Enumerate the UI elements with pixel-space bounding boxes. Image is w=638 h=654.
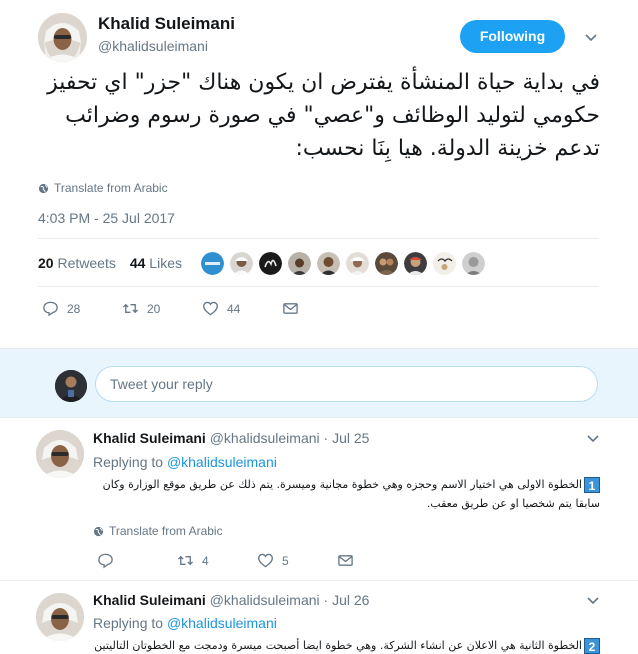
liker-avatar[interactable] bbox=[288, 252, 311, 275]
liker-avatar[interactable] bbox=[201, 252, 224, 275]
retweet-button[interactable]: 20 bbox=[122, 300, 202, 317]
divider bbox=[38, 238, 599, 239]
retweet-count: 4 bbox=[202, 553, 209, 568]
reply-tweet[interactable]: Khalid Suleimani @khalidsuleimani · Jul … bbox=[0, 581, 638, 654]
chevron-down-icon[interactable] bbox=[586, 593, 600, 607]
author-handle[interactable]: @khalidsuleimani bbox=[98, 38, 208, 54]
author-avatar[interactable] bbox=[36, 430, 84, 478]
chevron-down-icon[interactable] bbox=[586, 431, 600, 445]
liker-avatar[interactable] bbox=[433, 252, 456, 275]
tweet-actions: 28 20 44 bbox=[42, 300, 299, 317]
reply-date[interactable]: · Jul 25 bbox=[324, 430, 370, 446]
tweet-timestamp[interactable]: 4:03 PM - 25 Jul 2017 bbox=[38, 210, 175, 226]
replying-to-link[interactable]: @khalidsuleimani bbox=[167, 615, 277, 631]
retweets-stat[interactable]: 20 Retweets bbox=[38, 255, 116, 271]
direct-message-button[interactable] bbox=[337, 552, 354, 569]
divider bbox=[38, 286, 599, 287]
reply-composer: Tweet your reply bbox=[0, 348, 638, 418]
reply-header: Khalid Suleimani @khalidsuleimani · Jul … bbox=[93, 430, 369, 446]
likes-stat[interactable]: 44 Likes bbox=[130, 255, 182, 271]
reply-tweet[interactable]: Khalid Suleimani @khalidsuleimani · Jul … bbox=[0, 418, 638, 581]
step-number: 1 bbox=[584, 477, 600, 493]
globe-icon bbox=[93, 526, 104, 536]
retweet-icon bbox=[122, 303, 139, 314]
reply-date[interactable]: · Jul 26 bbox=[324, 592, 370, 608]
replying-to-link[interactable]: @khalidsuleimani bbox=[167, 454, 277, 470]
reply-count: 28 bbox=[67, 301, 81, 316]
like-count: 5 bbox=[282, 553, 289, 568]
reply-icon bbox=[43, 301, 58, 317]
reply-input[interactable]: Tweet your reply bbox=[95, 366, 598, 402]
author-handle[interactable]: @khalidsuleimani bbox=[210, 592, 320, 608]
reply-text: 1الخطوة الاولى هي اختيار الاسم وحجزه وهي… bbox=[102, 477, 600, 510]
author-avatar[interactable] bbox=[36, 593, 84, 641]
like-button[interactable]: 5 bbox=[257, 552, 337, 569]
liker-avatars bbox=[201, 252, 485, 275]
translate-label: Translate from Arabic bbox=[54, 181, 168, 195]
reply-text: 2الخطوة الثانية هي الاعلان عن انشاء الشر… bbox=[93, 636, 600, 654]
my-avatar[interactable] bbox=[55, 370, 87, 402]
liker-avatar[interactable] bbox=[462, 252, 485, 275]
reply-header: Khalid Suleimani @khalidsuleimani · Jul … bbox=[93, 592, 369, 608]
replying-to: Replying to @khalidsuleimani bbox=[93, 615, 277, 631]
envelope-icon bbox=[338, 555, 353, 566]
retweet-count: 20 bbox=[147, 301, 161, 316]
tweet-stats: 20 Retweets 44 Likes bbox=[38, 255, 182, 271]
reply-button[interactable]: 28 bbox=[42, 300, 122, 317]
replying-to: Replying to @khalidsuleimani bbox=[93, 454, 277, 470]
reply-actions: 4 5 bbox=[97, 552, 354, 569]
main-tweet: Khalid Suleimani @khalidsuleimani Follow… bbox=[0, 0, 638, 348]
like-button[interactable]: 44 bbox=[202, 300, 282, 317]
author-name[interactable]: Khalid Suleimani bbox=[93, 430, 206, 446]
heart-icon bbox=[203, 301, 218, 316]
translate-link[interactable]: Translate from Arabic bbox=[38, 181, 168, 195]
direct-message-button[interactable] bbox=[282, 300, 299, 317]
liker-avatar[interactable] bbox=[375, 252, 398, 275]
liker-avatar[interactable] bbox=[404, 252, 427, 275]
like-count: 44 bbox=[227, 301, 241, 316]
reply-icon bbox=[98, 553, 113, 569]
heart-icon bbox=[258, 553, 273, 568]
liker-avatar[interactable] bbox=[317, 252, 340, 275]
globe-icon bbox=[38, 183, 49, 193]
author-handle[interactable]: @khalidsuleimani bbox=[210, 430, 320, 446]
step-number: 2 bbox=[584, 638, 600, 654]
author-name[interactable]: Khalid Suleimani bbox=[98, 14, 235, 34]
author-avatar[interactable] bbox=[38, 13, 87, 62]
translate-label: Translate from Arabic bbox=[109, 524, 223, 538]
envelope-icon bbox=[283, 303, 298, 314]
liker-avatar[interactable] bbox=[230, 252, 253, 275]
chevron-down-icon[interactable] bbox=[584, 30, 598, 44]
tweet-text: في بداية حياة المنشأة يفترض ان يكون هناك… bbox=[47, 70, 600, 161]
liker-avatar[interactable] bbox=[346, 252, 369, 275]
author-name[interactable]: Khalid Suleimani bbox=[93, 592, 206, 608]
reply-button[interactable] bbox=[97, 552, 177, 569]
retweet-button[interactable]: 4 bbox=[177, 552, 257, 569]
translate-link[interactable]: Translate from Arabic bbox=[93, 524, 223, 538]
following-button[interactable]: Following bbox=[460, 20, 565, 53]
liker-avatar[interactable] bbox=[259, 252, 282, 275]
retweet-icon bbox=[177, 555, 194, 566]
